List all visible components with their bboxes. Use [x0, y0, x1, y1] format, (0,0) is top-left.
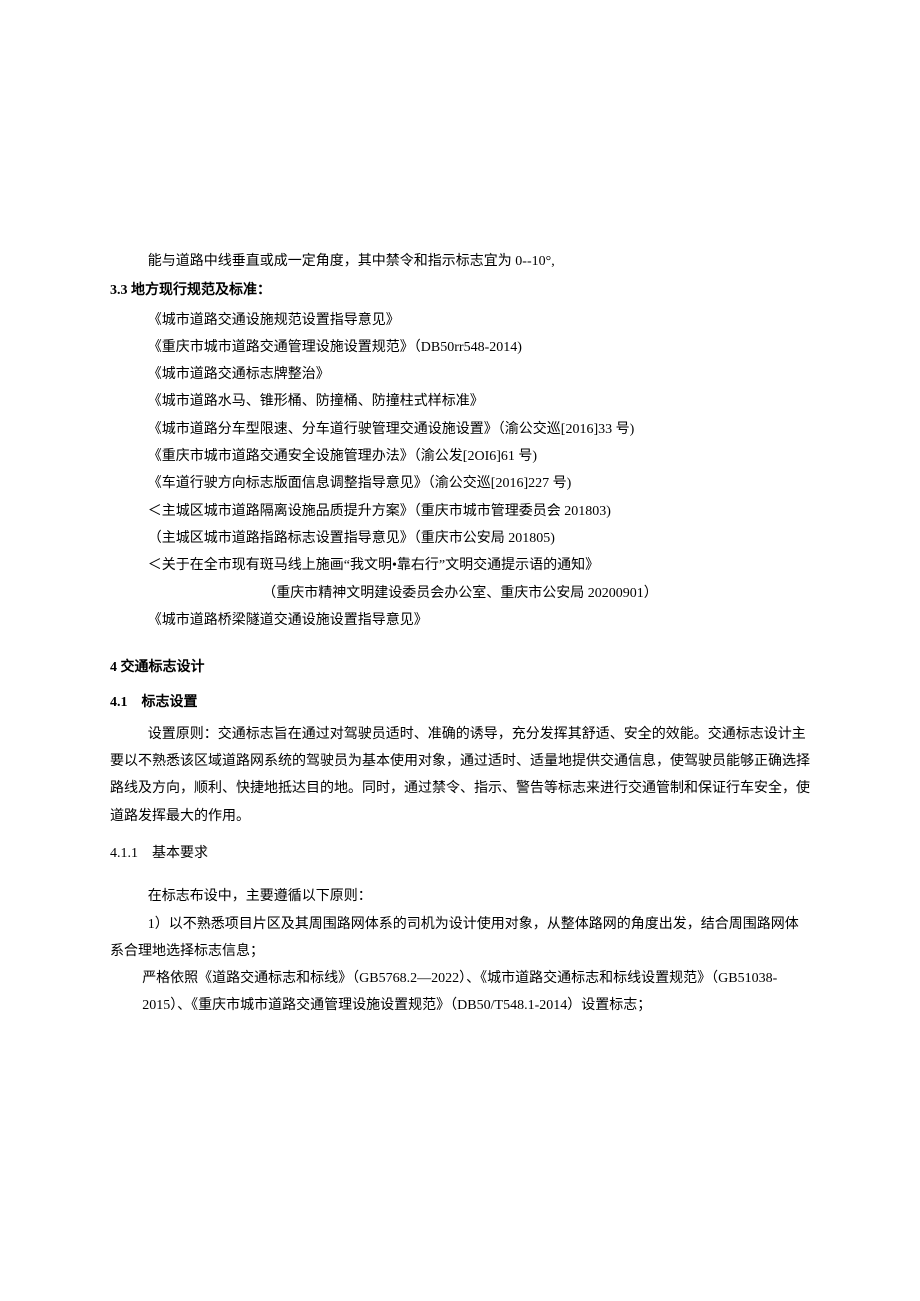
regulation-item: 《重庆市城市道路交通管理设施设置规范》（DB50rr548-2014): [110, 334, 810, 361]
regulation-item: 《城市道路交通标志牌整治》: [110, 361, 810, 388]
intro-line: 能与道路中线垂直或成一定角度，其中禁令和指示标志宜为 0--10°,: [110, 248, 810, 275]
heading-4-1: 4.1 标志设置: [110, 689, 810, 716]
paragraph-4-1-1-b: 1）以不熟悉项目片区及其周围路网体系的司机为设计使用对象，从整体路网的角度出发，…: [110, 911, 810, 966]
regulation-list: 《城市道路交通设施规范设置指导意见》 《重庆市城市道路交通管理设施设置规范》（D…: [110, 307, 810, 635]
paragraph-4-1-1-c: 严格依照《道路交通标志和标线》（GB5768.2—2022）、《城市道路交通标志…: [110, 965, 810, 992]
regulation-item: 《城市道路水马、锥形桶、防撞桶、防撞柱式样标准》: [110, 388, 810, 415]
regulation-item: 《重庆市城市道路交通安全设施管理办法》（渝公发[2OI6]61 号): [110, 443, 810, 470]
regulation-item: 《城市道路桥梁隧道交通设施设置指导意见》: [110, 607, 810, 634]
regulation-item: 《城市道路分车型限速、分车道行驶管理交通设施设置》（渝公交巡[2016]33 号…: [110, 416, 810, 443]
heading-4-1-1: 4.1.1 基本要求: [110, 840, 810, 867]
paragraph-4-1-1-d: 2015）、《重庆市城市道路交通管理设施设置规范》（DB50/T548.1-20…: [110, 992, 810, 1019]
regulation-item: （主城区城市道路指路标志设置指导意见》（重庆市公安局 201805): [110, 525, 810, 552]
regulation-item: ＜主城区城市道路隔离设施品质提升方案》（重庆市城市管理委员会 201803): [110, 498, 810, 525]
paragraph-4-1: 设置原则：交通标志旨在通过对驾驶员适时、准确的诱导，充分发挥其舒适、安全的效能。…: [110, 721, 810, 830]
regulation-item: ＜关于在全市现有斑马线上施画“我文明•靠右行”文明交通提示语的通知》: [110, 552, 810, 579]
document-page: 能与道路中线垂直或成一定角度，其中禁令和指示标志宜为 0--10°, 3.3 地…: [0, 0, 920, 1120]
heading-3-3: 3.3 地方现行规范及标准：: [110, 277, 810, 304]
heading-4: 4 交通标志设计: [110, 654, 810, 681]
regulation-item: 《城市道路交通设施规范设置指导意见》: [110, 307, 810, 334]
paragraph-4-1-1-a: 在标志布设中，主要遵循以下原则：: [110, 883, 810, 910]
regulation-issuer: （重庆市精神文明建设委员会办公室、重庆市公安局 20200901）: [110, 580, 810, 607]
regulation-item: 《车道行驶方向标志版面信息调整指导意见》（渝公交巡[2016]227 号): [110, 470, 810, 497]
